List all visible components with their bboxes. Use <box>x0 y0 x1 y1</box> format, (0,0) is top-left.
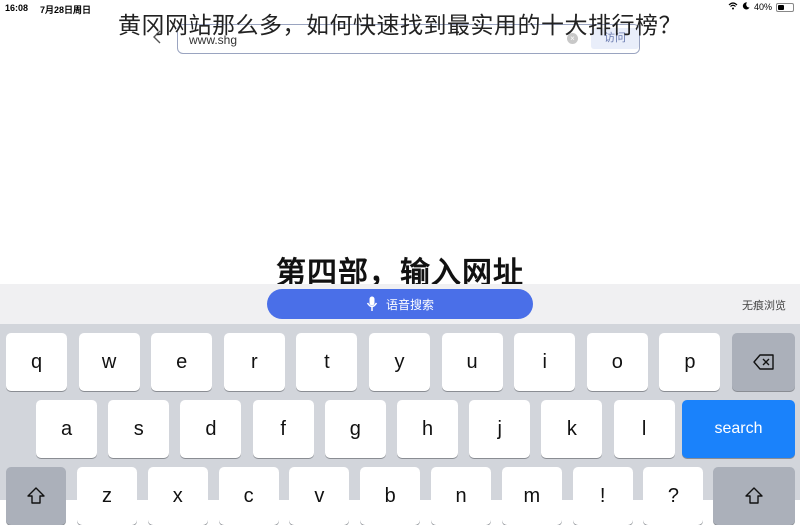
shift-icon <box>745 487 763 504</box>
key-p[interactable]: p <box>659 333 721 391</box>
key-y[interactable]: y <box>369 333 430 391</box>
key-exclamation[interactable]: ! <box>572 467 633 525</box>
key-question[interactable]: ? <box>643 467 704 525</box>
shift-key-left[interactable] <box>6 467 66 525</box>
key-a[interactable]: a <box>36 400 97 458</box>
microphone-icon <box>366 296 378 312</box>
backspace-icon <box>752 354 774 370</box>
key-d[interactable]: d <box>180 400 242 458</box>
key-t[interactable]: t <box>296 333 358 391</box>
key-w[interactable]: w <box>78 333 140 391</box>
key-k[interactable]: k <box>541 400 603 458</box>
key-o[interactable]: o <box>586 333 648 391</box>
key-q[interactable]: q <box>6 333 67 391</box>
key-z[interactable]: z <box>77 467 137 525</box>
shift-icon <box>27 487 45 504</box>
incognito-button[interactable]: 无痕浏览 <box>742 297 786 313</box>
battery-percent: 40% <box>753 2 772 12</box>
voice-search-button[interactable]: 语音搜索 <box>267 289 533 319</box>
key-c[interactable]: c <box>218 467 279 525</box>
status-bar: 16:08 7月28日周日 40% <box>0 0 800 16</box>
key-j[interactable]: j <box>469 400 531 458</box>
key-r[interactable]: r <box>223 333 285 391</box>
status-time: 16:08 <box>5 3 29 13</box>
key-s[interactable]: s <box>108 400 170 458</box>
key-u[interactable]: u <box>441 333 503 391</box>
key-v[interactable]: v <box>289 467 350 525</box>
status-indicators: 40% <box>728 2 794 12</box>
search-key[interactable]: search <box>682 400 795 458</box>
key-m[interactable]: m <box>501 467 562 525</box>
key-n[interactable]: n <box>431 467 491 525</box>
key-i[interactable]: i <box>514 333 576 391</box>
status-date: 7月28日周日 <box>40 5 92 15</box>
key-f[interactable]: f <box>252 400 314 458</box>
moon-icon <box>742 2 750 12</box>
key-b[interactable]: b <box>360 467 421 525</box>
wifi-icon <box>728 2 738 12</box>
keyboard-toolbar: 语音搜索 无痕浏览 <box>0 284 800 324</box>
key-e[interactable]: e <box>151 333 213 391</box>
chevron-left-icon <box>153 30 161 44</box>
visit-button[interactable]: 访问 <box>591 28 639 49</box>
key-x[interactable]: x <box>147 467 208 525</box>
key-l[interactable]: l <box>613 400 675 458</box>
key-g[interactable]: g <box>324 400 386 458</box>
key-h[interactable]: h <box>397 400 458 458</box>
backspace-key[interactable] <box>732 333 795 391</box>
shift-key-right[interactable] <box>713 467 795 525</box>
back-button[interactable] <box>152 28 162 49</box>
url-bar: × 访问 <box>177 24 640 54</box>
keyboard: qwertyuiop asdfghjkl z x c v b n m!? search <box>0 324 800 525</box>
battery-icon <box>776 2 794 12</box>
voice-search-label: 语音搜索 <box>385 297 434 312</box>
clear-icon[interactable]: × <box>567 33 578 44</box>
url-input[interactable] <box>187 32 551 48</box>
